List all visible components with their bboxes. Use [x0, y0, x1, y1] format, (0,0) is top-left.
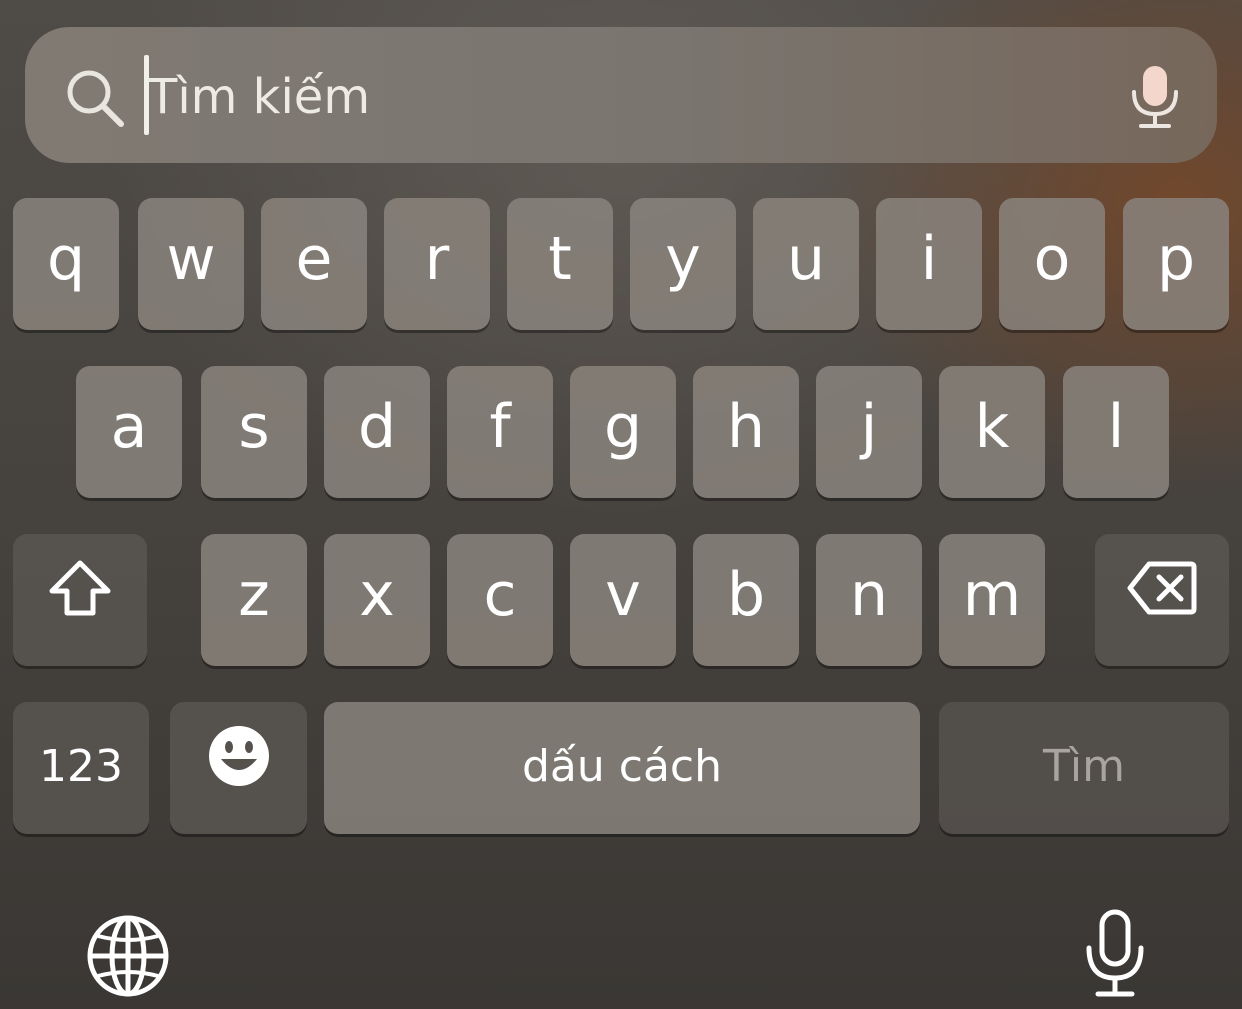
key-o[interactable]: o — [999, 198, 1105, 330]
key-c[interactable]: c — [447, 534, 553, 666]
key-f[interactable]: f — [447, 366, 553, 498]
search-input[interactable]: Tìm kiếm — [148, 60, 1048, 134]
key-d[interactable]: d — [324, 366, 430, 498]
key-a[interactable]: a — [76, 366, 182, 498]
key-m[interactable]: m — [939, 534, 1045, 666]
key-s[interactable]: s — [201, 366, 307, 498]
key-j[interactable]: j — [816, 366, 922, 498]
key-l[interactable]: l — [1063, 366, 1169, 498]
key-z[interactable]: z — [201, 534, 307, 666]
key-h[interactable]: h — [693, 366, 799, 498]
key-n[interactable]: n — [816, 534, 922, 666]
search-return-key[interactable]: Tìm — [939, 702, 1229, 834]
key-k[interactable]: k — [939, 366, 1045, 498]
delete-key[interactable] — [1095, 534, 1229, 666]
space-bar[interactable]: dấu cách — [324, 702, 920, 834]
shift-key[interactable] — [13, 534, 147, 666]
dictation-mic-icon[interactable] — [1128, 62, 1182, 130]
key-r[interactable]: r — [384, 198, 490, 330]
key-i[interactable]: i — [876, 198, 982, 330]
key-y[interactable]: y — [630, 198, 736, 330]
key-v[interactable]: v — [570, 534, 676, 666]
key-x[interactable]: x — [324, 534, 430, 666]
magnifier-icon — [66, 68, 126, 128]
key-p[interactable]: p — [1123, 198, 1229, 330]
key-u[interactable]: u — [753, 198, 859, 330]
shift-arrow-icon — [47, 558, 113, 633]
numbers-key[interactable]: 123 — [13, 702, 149, 834]
key-b[interactable]: b — [693, 534, 799, 666]
key-q[interactable]: q — [13, 198, 119, 330]
backspace-icon — [1127, 560, 1197, 631]
key-t[interactable]: t — [507, 198, 613, 330]
globe-icon[interactable] — [86, 914, 170, 1002]
smiley-emoji-icon — [208, 725, 270, 802]
key-w[interactable]: w — [138, 198, 244, 330]
emoji-key[interactable] — [170, 702, 307, 834]
key-g[interactable]: g — [570, 366, 676, 498]
microphone-icon[interactable] — [1084, 908, 1146, 1004]
key-e[interactable]: e — [261, 198, 367, 330]
